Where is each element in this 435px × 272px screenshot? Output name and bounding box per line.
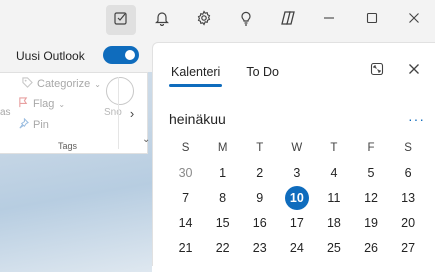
bell-icon xyxy=(154,10,170,31)
calendar-day[interactable]: 12 xyxy=(352,185,389,210)
ribbon-scroll-right-button[interactable]: › xyxy=(122,99,142,127)
weekday-header-row: SMTWTFS xyxy=(167,135,427,160)
calendar-day[interactable]: 22 xyxy=(204,235,241,260)
minimize-button[interactable] xyxy=(314,5,344,35)
calendar-day[interactable]: 17 xyxy=(278,210,315,235)
close-pane-button[interactable] xyxy=(403,60,425,82)
pin-icon xyxy=(18,117,29,132)
calendar-day[interactable]: 7 xyxy=(167,185,204,210)
weekday-label: S xyxy=(404,141,412,154)
calendar-pane: Kalenteri To Do heinäkuu ··· S M T W T F S 30 1 2… xyxy=(152,42,435,272)
close-icon xyxy=(408,11,420,29)
calendar-day[interactable]: 9 xyxy=(241,185,278,210)
calendar-day[interactable]: 19 xyxy=(352,210,389,235)
calendar-day-today[interactable]: 10 xyxy=(278,185,315,210)
calendar-day[interactable]: 1 xyxy=(204,160,241,185)
title-bar xyxy=(100,0,435,40)
calendar-day[interactable]: 23 xyxy=(241,235,278,260)
calendar-week-row: 30 1 2 3 4 5 6 xyxy=(167,160,427,185)
calendar-week-row: 21 22 23 24 25 26 27 xyxy=(167,235,427,260)
pop-out-icon xyxy=(370,62,384,81)
gear-icon xyxy=(196,9,212,31)
flag-button[interactable]: Flag ⌄ xyxy=(18,97,65,111)
calendar-day[interactable]: 2 xyxy=(241,160,278,185)
ribbon-group-label: Tags xyxy=(58,141,78,151)
categorize-label: Categorize xyxy=(37,78,91,90)
calendar-day-adjacent-month[interactable]: 30 xyxy=(167,160,204,185)
snooze-label: Sno xyxy=(104,107,122,118)
weekday-label: S xyxy=(181,141,190,154)
flag-icon xyxy=(18,97,29,111)
calendar-day[interactable]: 27 xyxy=(390,235,427,260)
more-options-button[interactable]: ··· xyxy=(408,111,425,127)
calendar-day[interactable]: 13 xyxy=(390,185,427,210)
calendar-week-row: 7 8 9 10 11 12 13 xyxy=(167,185,427,210)
pin-button[interactable]: Pin xyxy=(18,117,49,132)
copilot-icon xyxy=(279,10,297,31)
calendar-day[interactable]: 21 xyxy=(167,235,204,260)
weekday-label: M xyxy=(217,141,228,154)
maximize-button[interactable] xyxy=(357,5,387,35)
my-day-button[interactable] xyxy=(106,5,136,35)
weekday-label: W xyxy=(291,141,303,154)
month-title: heinäkuu xyxy=(169,111,226,127)
ribbon-clipped-label: as xyxy=(0,107,11,118)
ribbon-collapse-chevron-icon[interactable]: ⌄ xyxy=(142,134,150,145)
month-header: heinäkuu ··· xyxy=(169,111,425,127)
pane-bottom-edge xyxy=(152,266,435,272)
calendar-day[interactable]: 15 xyxy=(204,210,241,235)
new-outlook-label: Uusi Outlook xyxy=(16,49,85,63)
calendar-day[interactable]: 14 xyxy=(167,210,204,235)
tab-todo[interactable]: To Do xyxy=(244,65,281,79)
calendar-day[interactable]: 25 xyxy=(315,235,352,260)
close-icon xyxy=(408,62,420,80)
ribbon-divider xyxy=(118,77,119,149)
chevron-right-icon: › xyxy=(129,105,135,121)
background-window: Uusi Outlook as Categorize ⌄ Flag ⌄ Pin … xyxy=(0,0,160,272)
calendar-day[interactable]: 16 xyxy=(241,210,278,235)
pop-out-button[interactable] xyxy=(366,60,388,82)
calendar-day[interactable]: 5 xyxy=(352,160,389,185)
ribbon-tags-group: as Categorize ⌄ Flag ⌄ Pin Sno › Tags xyxy=(0,72,148,154)
new-outlook-toggle[interactable] xyxy=(103,46,139,64)
calendar-day[interactable]: 6 xyxy=(390,160,427,185)
minimize-icon xyxy=(323,11,335,29)
maximize-icon xyxy=(366,11,378,29)
toggle-knob xyxy=(125,50,135,60)
calendar-day[interactable]: 4 xyxy=(315,160,352,185)
calendar-day[interactable]: 24 xyxy=(278,235,315,260)
today-indicator: 10 xyxy=(284,185,309,210)
calendar-grid: S M T W T F S 30 1 2 3 4 5 6 7 8 9 10 11 12 13 14 15 16 17 18 19 20… xyxy=(167,135,427,272)
tasks-icon xyxy=(113,10,129,31)
weekday-label: F xyxy=(367,141,375,154)
tips-button[interactable] xyxy=(231,5,261,35)
close-window-button[interactable] xyxy=(399,5,429,35)
calendar-day[interactable]: 26 xyxy=(352,235,389,260)
calendar-day[interactable]: 8 xyxy=(204,185,241,210)
calendar-day[interactable]: 11 xyxy=(315,185,352,210)
copilot-button[interactable] xyxy=(273,5,303,35)
tab-calendar[interactable]: Kalenteri xyxy=(169,65,223,87)
calendar-day[interactable]: 18 xyxy=(315,210,352,235)
flag-label: Flag xyxy=(33,98,55,110)
categorize-button[interactable]: Categorize ⌄ xyxy=(22,77,101,91)
pane-tabs: Kalenteri To Do xyxy=(169,65,281,87)
chevron-down-icon: ⌄ xyxy=(58,99,66,109)
notifications-button[interactable] xyxy=(147,5,177,35)
calendar-day[interactable]: 20 xyxy=(390,210,427,235)
chevron-down-icon: ⌄ xyxy=(94,79,101,89)
weekday-label: T xyxy=(256,141,264,154)
calendar-day[interactable]: 3 xyxy=(278,160,315,185)
pin-label: Pin xyxy=(33,119,49,131)
lightbulb-icon xyxy=(238,10,254,31)
tag-icon xyxy=(22,77,33,91)
settings-button[interactable] xyxy=(189,5,219,35)
weekday-label: T xyxy=(330,141,338,154)
calendar-week-row: 14 15 16 17 18 19 20 xyxy=(167,210,427,235)
